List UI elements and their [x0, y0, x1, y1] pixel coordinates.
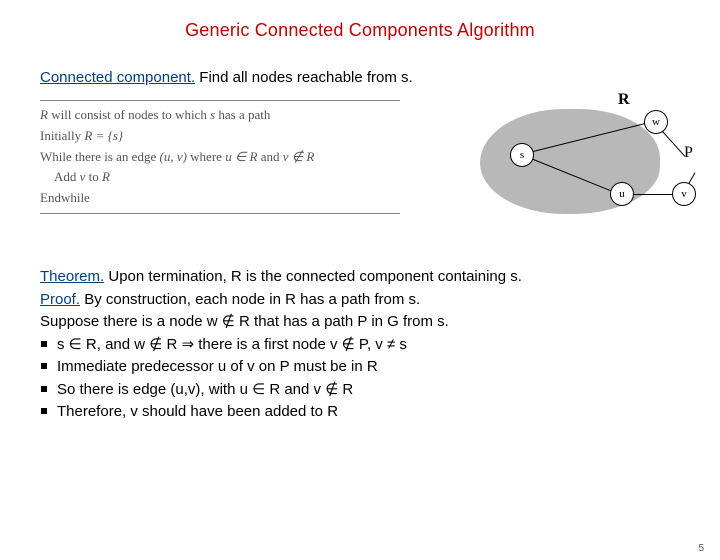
- pseudo-text: Initially: [40, 128, 84, 143]
- theorem-block: Theorem. Upon termination, R is the conn…: [40, 266, 680, 424]
- pseudo-text: where: [187, 149, 225, 164]
- pseudo-R2: R: [102, 169, 110, 184]
- slide-title: Generic Connected Components Algorithm: [0, 20, 720, 41]
- suppose-line: Suppose there is a node w ∉ R that has a…: [40, 311, 680, 334]
- theorem-line1: Upon termination, R is the connected com…: [104, 268, 522, 285]
- list-item: Therefore, v should have been added to R: [40, 401, 680, 424]
- pseudo-init: R = {s}: [84, 128, 123, 143]
- pseudo-edge: (u, v): [159, 149, 186, 164]
- pseudo-text: will consist of nodes to which: [48, 107, 210, 122]
- node-s: s: [510, 143, 534, 167]
- pseudo-text: to: [85, 169, 102, 184]
- theorem-term: Theorem.: [40, 268, 104, 285]
- list-item: Immediate predecessor u of v on P must b…: [40, 356, 680, 379]
- node-u: u: [610, 182, 634, 206]
- node-w: w: [644, 110, 668, 134]
- pseudo-cond2: v ∉ R: [283, 149, 315, 164]
- proof-rest: By construction, each node in R has a pa…: [80, 291, 420, 308]
- page-number: 5: [698, 543, 704, 554]
- pseudo-text: and: [257, 149, 282, 164]
- list-item: s ∈ R, and w ∉ R ⇒ there is a first node…: [40, 334, 680, 357]
- label-R: R: [618, 91, 630, 109]
- pseudo-R: R: [40, 107, 48, 122]
- list-item: So there is edge (u,v), with u ∈ R and v…: [40, 379, 680, 402]
- pseudo-endwhile: Endwhile: [40, 188, 400, 209]
- graph-diagram: R P s w u v: [400, 94, 700, 234]
- pseudo-text: Add: [54, 169, 80, 184]
- node-v: v: [672, 182, 696, 206]
- proof-term: Proof.: [40, 291, 80, 308]
- pseudocode-block: R will consist of nodes to which s has a…: [40, 100, 400, 214]
- definition-line: Connected component. Find all nodes reac…: [40, 69, 680, 86]
- pseudo-cond1: u ∈ R: [225, 149, 257, 164]
- label-P: P: [684, 144, 693, 162]
- pseudo-text: While there is an edge: [40, 149, 159, 164]
- definition-term: Connected component.: [40, 69, 195, 86]
- definition-rest: Find all nodes reachable from s.: [195, 69, 413, 86]
- pseudo-text: has a path: [215, 107, 270, 122]
- bullet-list: s ∈ R, and w ∉ R ⇒ there is a first node…: [40, 334, 680, 424]
